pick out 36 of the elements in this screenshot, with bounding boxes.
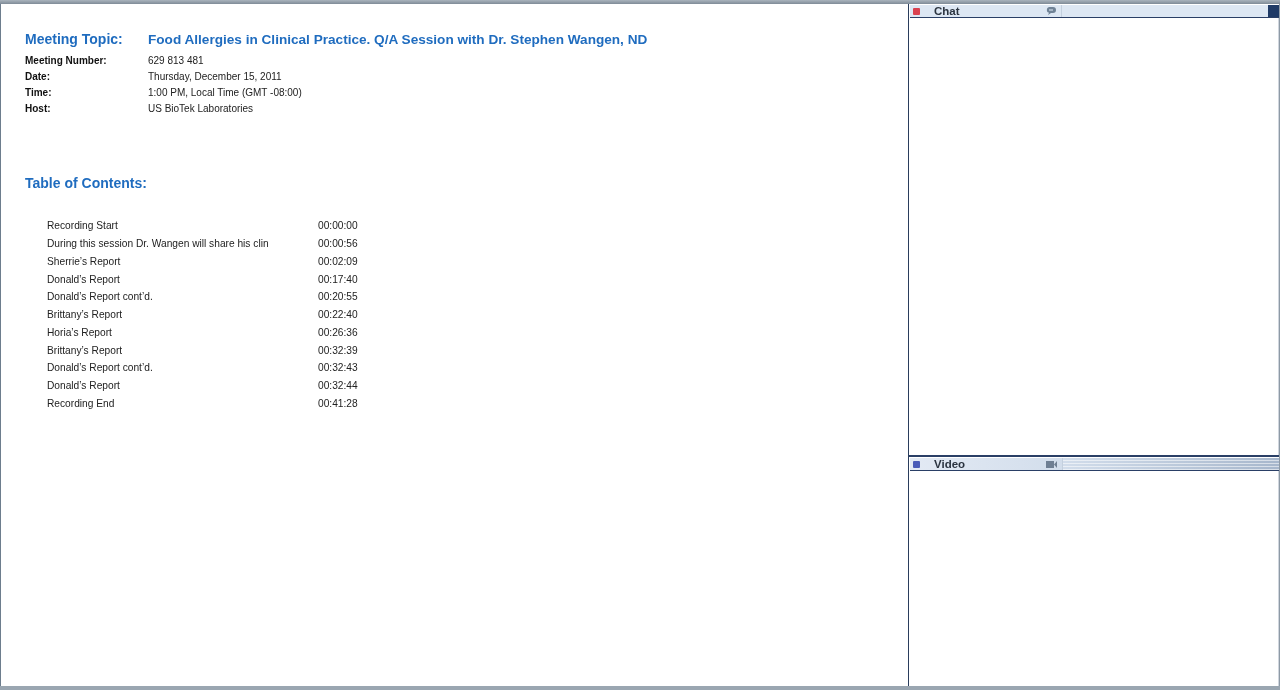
panel-title: Video — [934, 458, 967, 470]
detail-value: Thursday, December 15, 2011 — [148, 70, 282, 82]
timestamp: 00:32:43 — [318, 362, 358, 374]
timestamp: 00:32:39 — [318, 344, 358, 356]
panel-title: Chat — [934, 5, 961, 17]
toc-entry-link[interactable]: Recording Start — [47, 220, 318, 232]
timestamp: 00:00:56 — [318, 238, 358, 250]
timestamp: 00:02:09 — [318, 255, 358, 267]
toc-entry-link[interactable]: Donald’s Report cont’d. — [47, 362, 318, 374]
toc-entry-link[interactable]: Sherrie’s Report — [47, 255, 318, 267]
toc-entry-link[interactable]: Brittany’s Report — [47, 344, 318, 356]
toc-entry-link[interactable]: During this session Dr. Wangen will share his clin — [47, 238, 318, 250]
timestamp: 00:26:36 — [318, 326, 358, 338]
timestamp: 00:22:40 — [318, 309, 358, 321]
timestamp: 00:17:40 — [318, 273, 358, 285]
detail-label: Meeting Number: — [25, 54, 108, 66]
toc-entry-link[interactable]: Donald’s Report — [47, 273, 318, 285]
section-heading: Table of Contents: — [25, 175, 148, 191]
timestamp: 00:41:28 — [318, 397, 358, 409]
toc-entry-link[interactable]: Horia’s Report — [47, 326, 318, 338]
timestamp: 00:20:55 — [318, 291, 358, 303]
toc-entry-link[interactable]: Brittany’s Report — [47, 309, 318, 321]
detail-value: US BioTek Laboratories — [148, 102, 254, 114]
detail-label: Time: — [25, 86, 53, 98]
timestamp: 00:00:00 — [318, 220, 358, 232]
detail-value: 629 813 481 — [148, 54, 204, 66]
detail-label: Host: — [25, 102, 52, 114]
timestamp: 00:32:44 — [318, 380, 358, 392]
toc-entry-link[interactable]: Recording End — [47, 397, 318, 409]
meeting-topic: Food Allergies in Clinical Practice. Q/A Session with Dr. Stephen Wangen, ND — [148, 32, 648, 47]
detail-label: Date: — [25, 70, 51, 82]
topic-label: Meeting Topic: — [25, 31, 124, 47]
detail-value: 1:00 PM, Local Time (GMT -08:00) — [148, 86, 302, 98]
toc-entry-link[interactable]: Donald’s Report cont’d. — [47, 291, 318, 303]
toc-entry-link[interactable]: Donald’s Report — [47, 380, 318, 392]
video-camera-icon — [1046, 460, 1057, 468]
